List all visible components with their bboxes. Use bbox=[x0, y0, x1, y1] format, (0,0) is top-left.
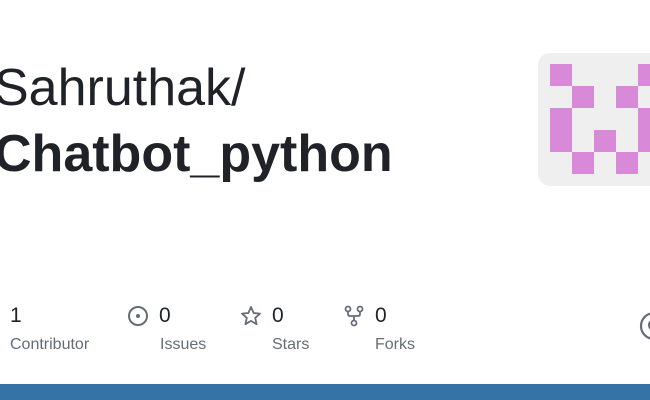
owner-avatar[interactable] bbox=[538, 53, 650, 186]
stat-issues-label: Issues bbox=[160, 336, 207, 353]
identicon-icon bbox=[550, 64, 650, 174]
stat-forks-label: Forks bbox=[375, 336, 415, 353]
stat-contributors-label: Contributor bbox=[10, 336, 90, 353]
stat-issues-value: 0 bbox=[159, 304, 171, 327]
stat-stars[interactable]: 0 Stars bbox=[240, 302, 309, 358]
stat-stars-value: 0 bbox=[272, 304, 284, 327]
stat-forks[interactable]: 0 Forks bbox=[343, 302, 415, 358]
repo-name[interactable]: Chatbot_python bbox=[0, 124, 393, 184]
star-icon bbox=[240, 305, 262, 327]
issue-icon bbox=[127, 305, 149, 327]
repo-social-card: Sahruthak/ Chatbot_python 1 Contributor … bbox=[0, 0, 650, 400]
repo-owner[interactable]: Sahruthak/ bbox=[0, 58, 246, 118]
stat-forks-value: 0 bbox=[375, 304, 387, 327]
github-logo-icon bbox=[639, 311, 650, 341]
fork-icon bbox=[343, 305, 365, 327]
stat-issues[interactable]: 0 Issues bbox=[127, 302, 206, 358]
stat-contributors-value: 1 bbox=[10, 304, 22, 327]
stat-contributors[interactable]: 1 Contributor bbox=[10, 302, 89, 358]
language-color-bar bbox=[0, 384, 650, 400]
repo-stats: 1 Contributor 0 Issues 0 Stars 0 Forks bbox=[0, 302, 650, 362]
stat-stars-label: Stars bbox=[272, 336, 310, 353]
